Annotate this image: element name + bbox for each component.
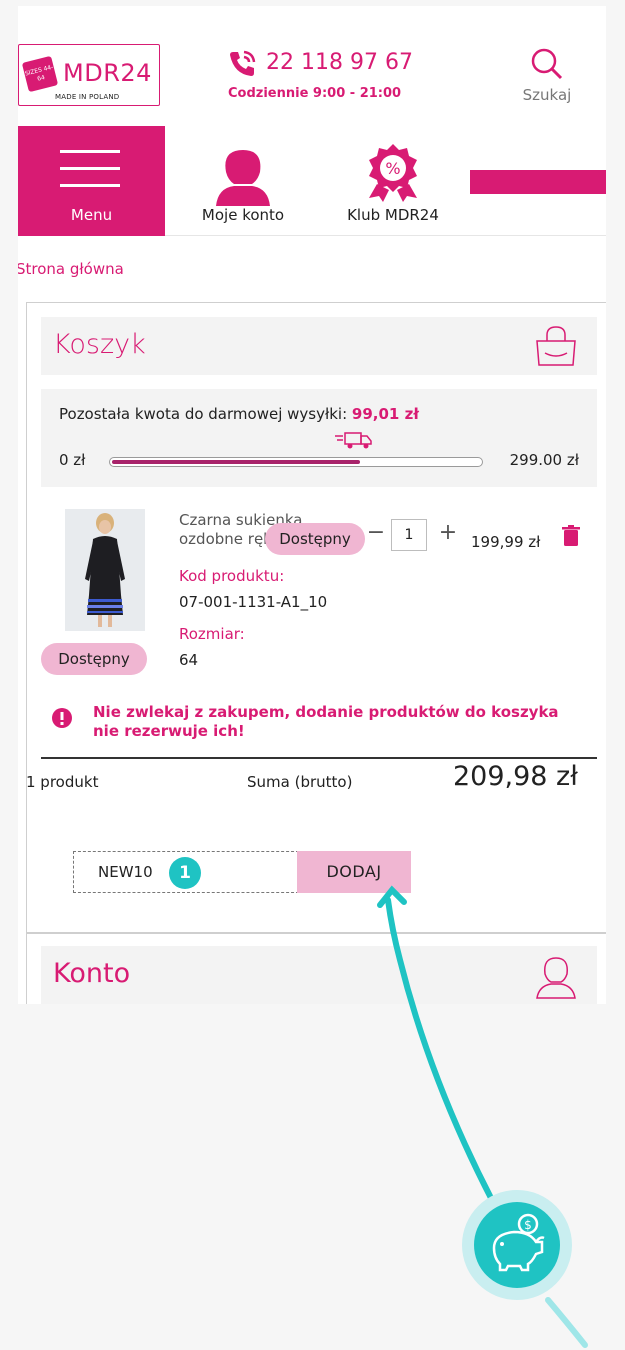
- svg-text:$: $: [524, 1218, 532, 1232]
- piggy-bank-icon: $: [492, 1213, 545, 1272]
- savings-button[interactable]: $: [462, 1190, 572, 1300]
- annotation-arrow: [377, 885, 588, 1348]
